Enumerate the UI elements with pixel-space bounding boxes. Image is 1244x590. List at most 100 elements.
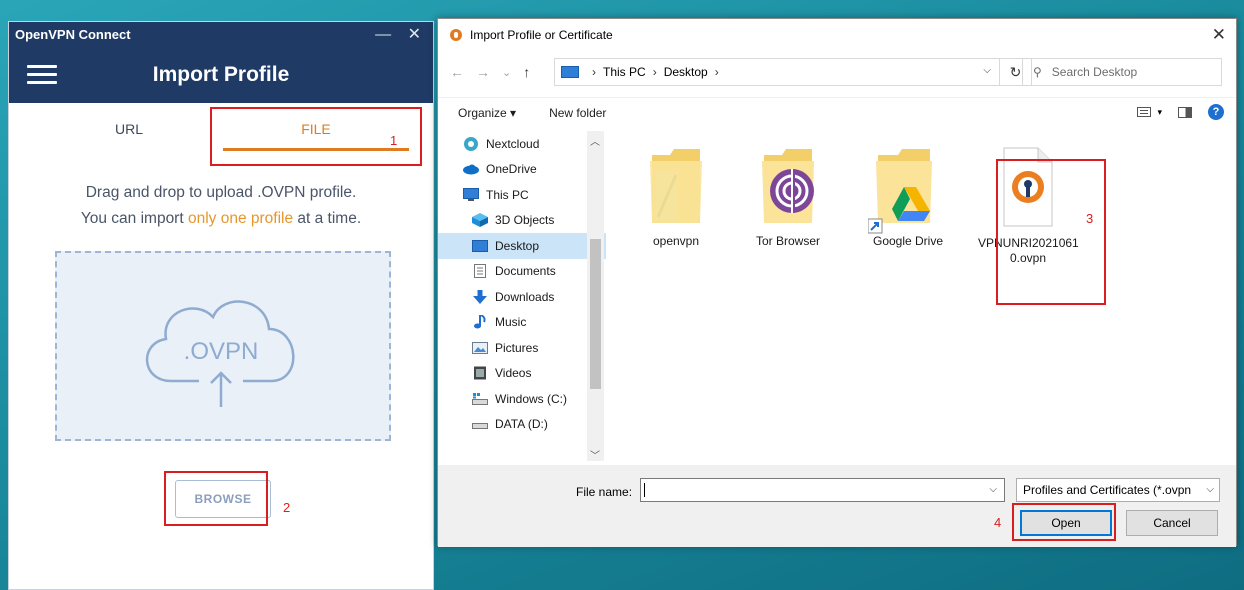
help-icon[interactable]: ? [1208,104,1224,120]
window-controls[interactable]: — ✕ [375,24,427,44]
sidebar-item-drive-c[interactable]: Windows (C:) [438,386,606,412]
file-item-google-drive[interactable]: Google Drive [858,147,958,249]
annotation-label-3: 3 [1086,211,1094,226]
file-name: openvpn [652,234,700,248]
sidebar-item-label: 3D Objects [495,213,555,228]
downloads-icon [473,289,487,304]
breadcrumb-this-pc[interactable]: This PC [603,65,646,79]
file-name: Google Drive [872,234,944,248]
sidebar-item-label: OneDrive [486,162,537,177]
file-item-tor-browser[interactable]: Tor Browser [738,147,838,249]
openvpn-connect-window: OpenVPN Connect — ✕ Import Profile URL F… [8,21,434,590]
tab-url[interactable]: URL [79,103,179,161]
music-icon [474,315,486,329]
view-dropdown-icon[interactable]: ▾ [1157,107,1162,118]
folder-icon [650,149,702,223]
close-icon[interactable]: ✕ [1212,25,1226,45]
breadcrumb-separator: › [652,65,657,79]
new-folder-button[interactable]: New folder [549,106,606,120]
sidebar-item-label: This PC [486,187,529,202]
view-controls: ▾ ? [1137,104,1224,120]
sidebar-item-drive-d[interactable]: DATA (D:) [438,412,606,438]
file-list: openvpn Tor Browser Google Drive VPNUNRI… [608,131,1236,461]
onedrive-icon [463,164,479,175]
drive-d-icon [472,423,488,430]
file-dropzone[interactable]: .OVPN [55,251,391,441]
openvpn-window-title: OpenVPN Connect [15,26,131,42]
sidebar-item-label: Documents [495,264,556,279]
cancel-button[interactable]: Cancel [1126,510,1218,536]
sidebar-item-desktop[interactable]: Desktop [438,233,606,259]
scrollbar-thumb[interactable] [590,239,601,389]
dialog-title: Import Profile or Certificate [470,28,613,42]
google-drive-folder-icon [867,149,932,234]
sidebar-item-label: Nextcloud [486,136,540,151]
file-type-value: Profiles and Certificates (*.ovpn [1023,483,1192,497]
this-pc-icon [561,66,579,78]
up-arrow-icon[interactable]: ↑ [523,64,530,80]
sidebar-item-this-pc[interactable]: This PC [438,182,606,208]
sidebar-item-nextcloud[interactable]: Nextcloud [438,131,606,157]
navigation-bar: ← → ⌄ ↑ › This PC › Desktop › ⌵ ↻ ⚲ Sear… [438,55,1236,89]
videos-icon [474,366,486,380]
instructions-text-end: at a time. [293,210,362,227]
sidebar-item-onedrive[interactable]: OneDrive [438,157,606,183]
dropzone-label: .OVPN [184,338,259,365]
recent-locations-icon[interactable]: ⌄ [502,66,511,79]
file-name: Tor Browser [755,234,820,248]
openvpn-app-icon [450,29,462,41]
sidebar-item-label: Downloads [495,289,555,304]
sidebar-item-3d-objects[interactable]: 3D Objects [438,208,606,234]
sidebar-item-label: Videos [495,366,532,381]
search-placeholder: Search Desktop [1051,65,1138,79]
cloud-upload-icon: .OVPN [145,300,295,407]
scroll-up-icon[interactable]: ︿ [590,133,600,148]
file-name-input[interactable]: ⌵ [640,478,1005,502]
sidebar-item-label: Music [495,315,527,330]
annotation-box-2 [164,471,268,526]
annotation-label-2: 2 [283,500,291,515]
sidebar-item-videos[interactable]: Videos [438,361,606,387]
annotation-label-4: 4 [994,515,1002,530]
pictures-icon [472,341,488,354]
chevron-down-icon[interactable]: ⌵ [989,484,997,495]
text-caret [644,483,645,497]
command-bar: Organize ▾ New folder ▾ ? [438,97,1236,127]
back-arrow-icon[interactable]: ← [450,64,464,80]
sidebar-item-documents[interactable]: Documents [438,259,606,285]
instructions-text: You can import [80,210,188,227]
breadcrumb-separator: › [592,65,596,79]
import-file-dialog: Import Profile or Certificate ✕ ← → ⌄ ↑ … [437,18,1237,547]
drive-c-icon [472,392,488,405]
navigation-pane: Nextcloud OneDrive This PC 3D Objects De… [438,131,606,461]
file-type-select[interactable]: Profiles and Certificates (*.ovpn ⌵ [1016,478,1220,502]
scroll-down-icon[interactable]: ﹀ [590,447,600,462]
dialog-footer: File name: ⌵ Profiles and Certificates (… [438,465,1236,547]
nextcloud-icon [464,136,478,151]
dialog-titlebar: Import Profile or Certificate ✕ [438,19,1236,51]
chevron-down-icon[interactable]: ⌵ [1203,484,1214,495]
openvpn-titlebar: OpenVPN Connect — ✕ [9,22,433,46]
navigation-scrollbar[interactable]: ︿ ﹀ [587,131,604,462]
tab-url-label: URL [114,121,143,137]
sidebar-item-label: Windows (C:) [495,391,568,406]
page-title: Import Profile [152,62,290,86]
hamburger-menu-icon[interactable] [27,65,57,85]
search-input[interactable]: ⚲ Search Desktop [1022,58,1222,86]
breadcrumb-desktop[interactable]: Desktop [664,65,708,79]
preview-pane-icon[interactable] [1178,106,1192,118]
sidebar-item-music[interactable]: Music [438,310,606,336]
sidebar-item-downloads[interactable]: Downloads [438,284,606,310]
instructions-highlight: only one profile [187,210,294,227]
organize-button[interactable]: Organize ▾ [458,106,516,120]
annotation-label-1: 1 [390,133,398,148]
sidebar-item-pictures[interactable]: Pictures [438,335,606,361]
file-name-label: File name: [576,485,633,499]
tor-folder-icon [762,149,814,223]
forward-arrow-icon[interactable]: → [476,64,490,80]
desktop-icon [472,239,488,252]
change-view-icon[interactable] [1137,107,1152,117]
file-item-openvpn[interactable]: openvpn [626,147,726,249]
address-bar[interactable]: › This PC › Desktop › ⌵ [554,58,1000,86]
chevron-down-icon[interactable]: ⌵ [983,65,991,76]
